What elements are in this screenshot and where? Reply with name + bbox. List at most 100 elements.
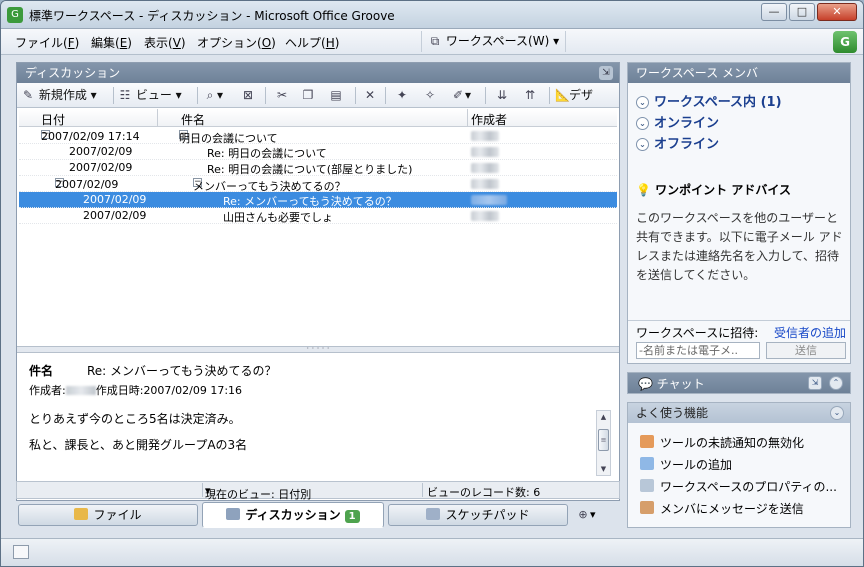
member-group-online[interactable]: ⌄ オンライン <box>636 112 719 131</box>
column-divider[interactable] <box>467 109 468 127</box>
add-recipient-link[interactable]: 受信者の追加 <box>774 324 846 341</box>
author-redacted <box>471 211 499 221</box>
row-date: 2007/02/09 17:14 <box>41 130 140 143</box>
workspace-menu[interactable]: ⧉ ワークスペース(W) ▾ <box>421 31 567 52</box>
scroll-down-icon[interactable]: ▼ <box>597 463 610 475</box>
column-divider[interactable] <box>157 109 158 127</box>
pin-icon[interactable]: ⇲ <box>808 376 822 390</box>
chevron-down-icon[interactable]: ⌄ <box>636 138 649 151</box>
new-button[interactable]: ✎ 新規作成 ▾ <box>21 87 97 104</box>
delete-view-button[interactable]: ⊠ <box>241 87 255 104</box>
common-tasks-panel: よく使う機能 ⌄ ツールの未読通知の無効化 ツールの追加 ワークスペースのプロパ… <box>627 402 851 528</box>
minimize-button[interactable]: — <box>761 3 787 21</box>
unread-badge: 1 <box>344 510 360 523</box>
discussion-panel: ディスカッション ⇲ ✎ 新規作成 ▾ ☷ ビュー ▾ ⌕ ▾ ⊠ ✂ ❐ ▤ ✕… <box>16 62 620 501</box>
paste-button[interactable]: ▤ <box>329 87 343 104</box>
menu-edit[interactable]: 編集(E) <box>91 34 132 51</box>
member-group-offline[interactable]: ⌄ オフライン <box>636 133 719 152</box>
status-icon[interactable] <box>13 545 29 559</box>
maximize-button[interactable]: □ <box>789 3 815 21</box>
created-label: 作成日時: <box>95 384 144 397</box>
lightbulb-icon: 💡 <box>636 183 651 197</box>
tab-files-label: ファイル <box>93 508 142 522</box>
current-view-selector[interactable]: 現在のビュー: 日付別 ▾ <box>205 484 311 501</box>
member-group-label: ワークスペース内 (1) <box>654 95 782 110</box>
collapse-all-button[interactable]: ⇈ <box>523 87 537 104</box>
copy-button[interactable]: ❐ <box>301 87 315 104</box>
task-send-message[interactable]: メンバにメッセージを送信 <box>640 500 804 517</box>
member-group-label: オンライン <box>654 116 720 131</box>
tab-discussion[interactable]: ディスカッション 1 <box>202 502 384 528</box>
mark-unread-icon: ✧ <box>424 88 436 102</box>
common-tasks-title: よく使う機能 <box>636 406 709 420</box>
groove-launchbar-icon[interactable]: G <box>833 31 857 53</box>
scroll-thumb[interactable]: ≡ <box>598 429 609 451</box>
member-group-in-workspace[interactable]: ⌄ ワークスペース内 (1) <box>636 91 782 110</box>
pen-icon: ✐ <box>452 88 464 102</box>
delete-x-icon: ✕ <box>364 88 376 102</box>
chevron-down-icon[interactable]: ⌄ <box>636 117 649 130</box>
preview-scrollbar[interactable]: ▲ ≡ ▼ <box>596 410 611 476</box>
task-add-tool[interactable]: ツールの追加 <box>640 456 732 473</box>
chevron-down-icon[interactable]: ⌄ <box>830 406 844 420</box>
close-button[interactable]: ✕ <box>817 3 857 21</box>
menu-help[interactable]: ヘルプ(H) <box>285 34 339 51</box>
edit-button[interactable]: ✐ ▾ <box>451 87 471 104</box>
members-panel: ワークスペース メンバ ⌄ ワークスペース内 (1) ⌄ オンライン ⌄ オフライン … <box>627 62 851 364</box>
preview-meta: 作成者: 作成日時:2007/02/09 17:16 <box>29 382 242 398</box>
tab-files[interactable]: ファイル <box>18 504 198 526</box>
author-redacted <box>471 163 499 173</box>
send-button[interactable]: 送信 <box>766 342 846 359</box>
column-subject[interactable]: 件名 <box>181 111 205 128</box>
preview-splitter[interactable]: · · · · · <box>17 345 619 353</box>
list-item-selected[interactable]: 2007/02/09 Re: メンバーってもう決めてるの？ <box>19 192 617 208</box>
task-label: メンバにメッセージを送信 <box>660 502 804 516</box>
view-label: ビュー <box>135 88 172 102</box>
column-author[interactable]: 作成者 <box>471 111 507 128</box>
list-item[interactable]: −2007/02/09 − メンバーってもう決めてるの？ <box>19 176 617 193</box>
tab-sketchpad[interactable]: スケッチパッド <box>388 504 568 526</box>
design-button[interactable]: 📐デザ <box>555 87 593 104</box>
list-item[interactable]: 2007/02/09 山田さんも必要でしょ <box>19 208 617 224</box>
delete-button[interactable]: ✕ <box>363 87 377 104</box>
tip-heading: 💡 ワンポイント アドバイス <box>636 181 791 198</box>
tab-sketchpad-label: スケッチパッド <box>445 508 530 522</box>
pin-icon[interactable]: ⇲ <box>599 66 613 80</box>
task-disable-unread[interactable]: ツールの未読通知の無効化 <box>640 434 804 451</box>
app-window: G 標準ワークスペース - ディスカッション - Microsoft Offic… <box>0 0 864 567</box>
chevron-down-icon[interactable]: ⌄ <box>636 96 649 109</box>
workspace-menu-label: ワークスペース(W) <box>445 34 550 48</box>
list-item[interactable]: 2007/02/09 Re: 明日の会議について(部屋とりました) <box>19 160 617 176</box>
column-date[interactable]: 日付 <box>41 111 65 128</box>
list-item[interactable]: 2007/02/09 Re: 明日の会議について <box>19 144 617 160</box>
cut-button[interactable]: ✂ <box>275 87 289 104</box>
toolbar-separator <box>197 87 198 104</box>
add-tool-button[interactable]: ⊕ ▾ <box>576 508 595 521</box>
title-bar[interactable]: G 標準ワークスペース - ディスカッション - Microsoft Offic… <box>1 1 863 29</box>
discussion-toolbar: ✎ 新規作成 ▾ ☷ ビュー ▾ ⌕ ▾ ⊠ ✂ ❐ ▤ ✕ ✦ ✧ ✐ ▾ ⇊ ⇈… <box>17 83 619 108</box>
design-label: デザ <box>569 88 594 102</box>
menu-view[interactable]: 表示(V) <box>144 34 186 51</box>
discussion-icon <box>226 508 241 520</box>
find-button[interactable]: ⌕ ▾ <box>203 87 223 104</box>
list-header: 日付 件名 作成者 <box>19 109 617 127</box>
mark-read-button[interactable]: ✦ <box>395 87 409 104</box>
expand-icon: ⇊ <box>496 88 508 102</box>
list-item[interactable]: −2007/02/09 17:14 − 明日の会議について <box>19 128 617 145</box>
scroll-up-icon[interactable]: ▲ <box>597 411 610 423</box>
chevron-up-icon[interactable]: ⌃ <box>829 376 843 390</box>
view-button[interactable]: ☷ ビュー ▾ <box>118 87 182 104</box>
status-divider <box>202 483 203 497</box>
chat-panel-header[interactable]: 💬 チャット ⇲ ⌃ <box>627 372 851 394</box>
mark-unread-button[interactable]: ✧ <box>423 87 437 104</box>
expand-all-button[interactable]: ⇊ <box>495 87 509 104</box>
invite-input[interactable]: -名前または電子メ.. <box>636 342 760 359</box>
menu-options[interactable]: オプション(O) <box>197 34 276 51</box>
menu-file[interactable]: ファイル(F) <box>15 34 79 51</box>
author-redacted <box>471 131 499 141</box>
author-redacted <box>471 147 499 157</box>
task-workspace-properties[interactable]: ワークスペースのプロパティの... <box>640 478 837 495</box>
preview-subject-label: 件名 <box>29 364 54 378</box>
groove-app-icon: G <box>7 7 23 23</box>
properties-icon <box>640 479 654 492</box>
